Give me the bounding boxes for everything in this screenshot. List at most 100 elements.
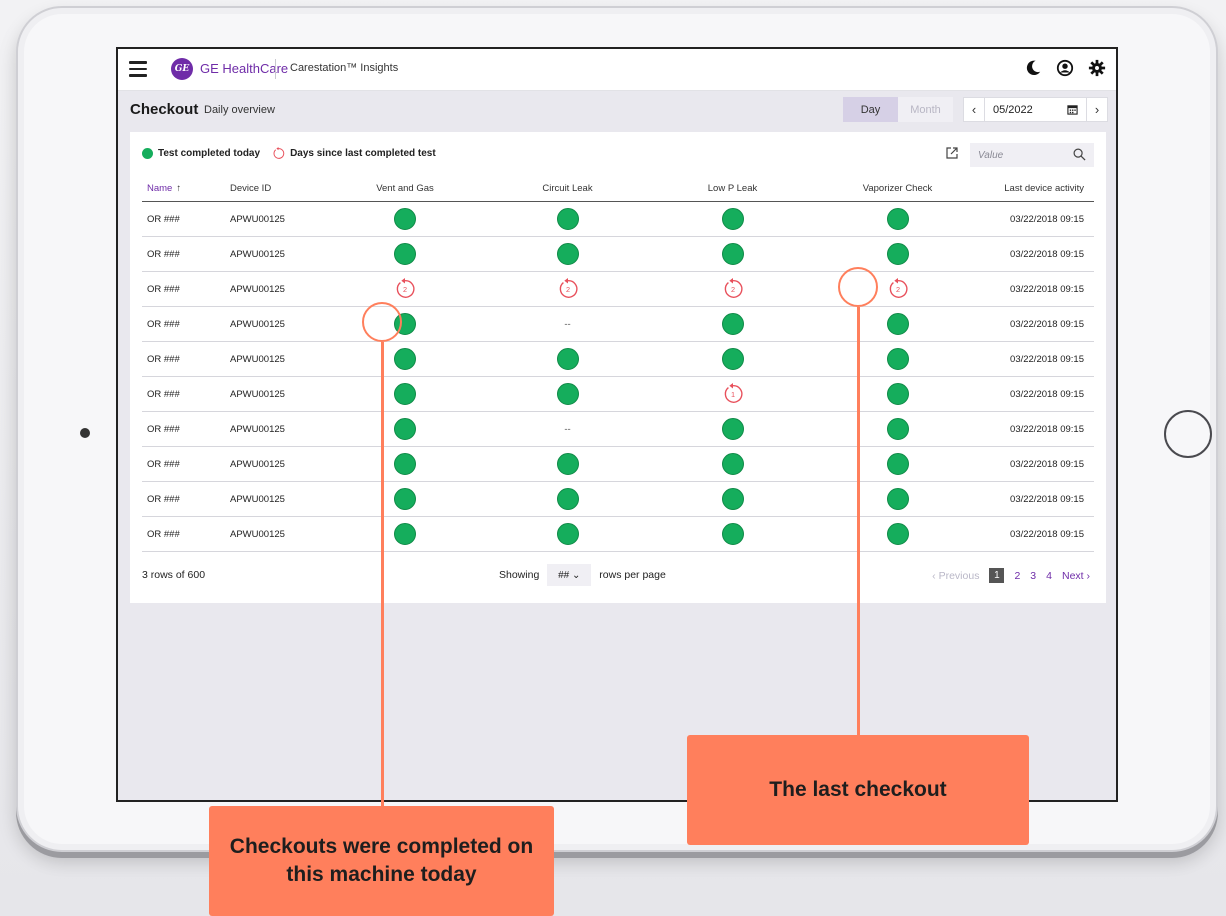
table-row[interactable]: OR ### APWU00125 -- 03/22/2018 09:15 <box>142 306 1094 342</box>
legend: Test completed today Days since last com… <box>142 147 436 160</box>
top-icons <box>1024 59 1106 77</box>
completed-status-dot <box>556 523 579 545</box>
cell-last-activity: 03/22/2018 09:15 <box>975 236 1094 272</box>
next-page-button[interactable]: Next › <box>1062 570 1090 582</box>
date-value-field[interactable]: 05/2022 <box>985 98 1086 121</box>
completed-status-dot <box>556 383 579 405</box>
table-row[interactable]: OR ### APWU00125 03/22/2018 09:15 <box>142 516 1094 552</box>
completed-status-dot <box>886 348 909 370</box>
table-header-row: Name ↑ Device ID Vent and Gas Circuit Lea… <box>142 175 1094 202</box>
cell-device-id: APWU00125 <box>225 481 320 517</box>
table-row[interactable]: OR ### APWU00125 -- 03/22/2018 09:15 <box>142 411 1094 447</box>
completed-status-dot <box>721 418 744 440</box>
calendar-icon <box>1067 105 1078 115</box>
svg-text:1: 1 <box>730 390 734 399</box>
checkout-card: Test completed today Days since last com… <box>130 132 1106 603</box>
legend-days-since: Days since last completed test <box>290 148 436 159</box>
completed-status-dot <box>886 313 909 335</box>
cell-last-activity: 03/22/2018 09:15 <box>975 516 1094 552</box>
cell-name: OR ### <box>142 236 225 272</box>
table-row[interactable]: OR ### APWU00125 1 03/22/2018 09:15 <box>142 376 1094 412</box>
settings-gear-icon[interactable] <box>1088 59 1106 77</box>
cell-name: OR ### <box>142 201 225 237</box>
cell-name: OR ### <box>142 306 225 342</box>
previous-page-button[interactable]: ‹ Previous <box>932 570 979 582</box>
callout-completed-today: Checkouts were completed on this machine… <box>209 806 554 916</box>
rows-per-page-control: Showing ## ⌄ rows per page <box>499 564 666 586</box>
svg-text:2: 2 <box>895 285 899 294</box>
completed-status-dot <box>886 523 909 545</box>
table-row[interactable]: OR ### APWU00125 03/22/2018 09:15 <box>142 341 1094 377</box>
hamburger-menu-icon[interactable] <box>129 61 147 77</box>
completed-status-dot <box>886 208 909 230</box>
user-account-icon[interactable] <box>1056 59 1074 77</box>
page-1-button[interactable]: 1 <box>989 568 1005 583</box>
completed-status-dot <box>721 243 744 265</box>
cell-device-id: APWU00125 <box>225 411 320 447</box>
table-row[interactable]: OR ### APWU00125 03/22/2018 09:15 <box>142 481 1094 517</box>
showing-label: Showing <box>499 569 540 581</box>
export-icon[interactable] <box>946 147 958 159</box>
column-header-name[interactable]: Name ↑ <box>142 175 225 202</box>
cell-device-id: APWU00125 <box>225 516 320 552</box>
checkout-table: Name ↑ Device ID Vent and Gas Circuit Lea… <box>142 175 1094 552</box>
cell-device-id: APWU00125 <box>225 236 320 272</box>
no-data-dash: -- <box>564 423 571 435</box>
completed-status-dot <box>394 208 416 230</box>
month-toggle[interactable]: Month <box>898 97 953 122</box>
callout-line-left <box>381 342 384 806</box>
dark-mode-moon-icon[interactable] <box>1024 59 1042 77</box>
search-icon[interactable] <box>1073 148 1086 161</box>
cell-device-id: APWU00125 <box>225 446 320 482</box>
date-value: 05/2022 <box>993 103 1033 116</box>
column-header-device-id: Device ID <box>225 175 320 202</box>
search-box <box>970 143 1094 167</box>
legend-completed: Test completed today <box>158 148 261 159</box>
page-3-button[interactable]: 3 <box>1030 570 1036 582</box>
page-title: Checkout <box>130 101 199 118</box>
completed-dot-icon <box>142 148 153 159</box>
cell-device-id: APWU00125 <box>225 201 320 237</box>
cell-device-id: APWU00125 <box>225 376 320 412</box>
cell-last-activity: 03/22/2018 09:15 <box>975 411 1094 447</box>
top-bar: GE GE HealthCare Carestation™ Insights <box>118 49 1116 91</box>
completed-status-dot <box>394 243 416 265</box>
column-header-vaporizer-check: Vaporizer Check <box>815 175 975 202</box>
cell-last-activity: 03/22/2018 09:15 <box>975 446 1094 482</box>
completed-status-dot <box>394 383 416 405</box>
cell-last-activity: 03/22/2018 09:15 <box>975 271 1094 307</box>
highlight-ring-vent-and-gas <box>362 302 402 342</box>
search-input[interactable] <box>978 147 1068 163</box>
legend-days-since-item: Days since last completed test <box>272 147 436 160</box>
completed-status-dot <box>556 243 579 265</box>
table-row[interactable]: OR ### APWU00125 03/22/2018 09:15 <box>142 201 1094 237</box>
days-since-retry-icon: 2 <box>889 278 908 298</box>
table-row[interactable]: OR ### APWU00125 2 2 2 2 03/22/2018 09:1… <box>142 271 1094 307</box>
highlight-ring-vaporizer-check <box>838 267 878 307</box>
completed-status-dot <box>556 208 579 230</box>
completed-status-dot <box>721 488 744 510</box>
svg-text:2: 2 <box>565 285 569 294</box>
completed-status-dot <box>886 418 909 440</box>
page-4-button[interactable]: 4 <box>1046 570 1052 582</box>
cell-name: OR ### <box>142 411 225 447</box>
sort-up-arrow-icon[interactable]: ↑ <box>176 183 181 194</box>
completed-status-dot <box>394 488 416 510</box>
completed-status-dot <box>721 313 744 335</box>
completed-status-dot <box>556 453 579 475</box>
column-header-last-activity: Last device activity <box>975 175 1094 202</box>
completed-status-dot <box>886 453 909 475</box>
table-row[interactable]: OR ### APWU00125 03/22/2018 09:15 <box>142 446 1094 482</box>
page-2-button[interactable]: 2 <box>1014 570 1020 582</box>
per-page-select[interactable]: ## ⌄ <box>547 564 592 586</box>
date-next-chevron-icon[interactable]: › <box>1086 98 1107 121</box>
svg-text:2: 2 <box>730 285 734 294</box>
date-prev-chevron-icon[interactable]: ‹ <box>964 98 985 121</box>
svg-text:2: 2 <box>403 285 407 294</box>
home-button[interactable] <box>1164 410 1212 458</box>
camera-dot <box>80 428 90 438</box>
retry-clock-icon <box>273 147 285 159</box>
day-toggle[interactable]: Day <box>843 97 898 122</box>
table-row[interactable]: OR ### APWU00125 03/22/2018 09:15 <box>142 236 1094 272</box>
cell-last-activity: 03/22/2018 09:15 <box>975 201 1094 237</box>
